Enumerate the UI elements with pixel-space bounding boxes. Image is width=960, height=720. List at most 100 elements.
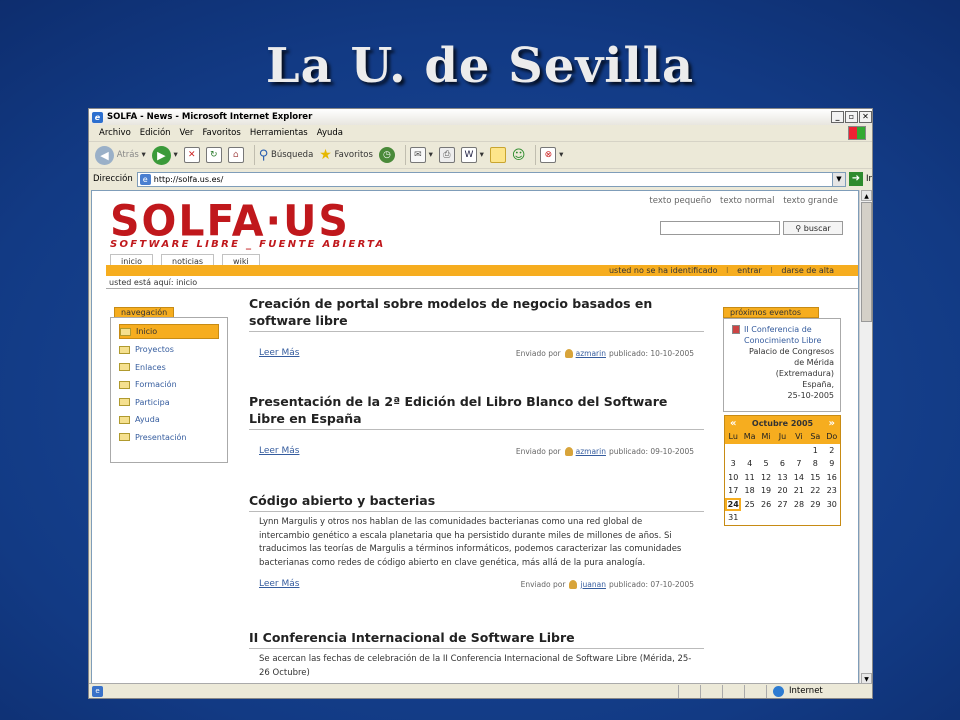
slide-title: La U. de Sevilla <box>265 38 695 94</box>
menu-herramientas[interactable]: Herramientas <box>250 128 308 138</box>
forward-button[interactable]: ▶ ▾ <box>151 145 178 165</box>
news-item: Creación de portal sobre modelos de nego… <box>249 295 704 393</box>
calendar-day[interactable]: 6 <box>774 457 790 471</box>
nav-item-ayuda[interactable]: Ayuda <box>119 411 219 429</box>
calendar-day[interactable]: 22 <box>807 484 823 498</box>
news-title[interactable]: II Conferencia Internacional de Software… <box>249 629 704 646</box>
author-link[interactable]: azmarin <box>576 349 606 358</box>
author-link[interactable]: azmarin <box>576 447 606 456</box>
home-button[interactable]: ⌂ <box>227 147 244 163</box>
calendar-day[interactable]: 26 <box>758 498 774 512</box>
messenger-button[interactable]: ☺ <box>512 148 526 163</box>
calendar-day[interactable]: 15 <box>807 471 823 485</box>
stop-button[interactable]: ✕ <box>183 147 200 163</box>
text-size-normal[interactable]: texto normal <box>720 196 774 206</box>
calendar-day[interactable]: 4 <box>741 457 757 471</box>
calendar-day[interactable]: 9 <box>824 457 840 471</box>
print-button[interactable]: ⎙ <box>438 147 455 163</box>
calendar-day[interactable]: 16 <box>824 471 840 485</box>
calendar-day[interactable]: 8 <box>807 457 823 471</box>
search-submit-button[interactable]: ⚲ buscar <box>783 221 843 235</box>
calendar-empty <box>774 511 790 525</box>
calendar-day[interactable]: 20 <box>774 484 790 498</box>
restore-button[interactable]: ▫ <box>845 111 858 123</box>
close-button[interactable]: ✕ <box>859 111 872 123</box>
login-status: usted no se ha identificado <box>608 266 718 275</box>
research-button[interactable]: ⊗ ▾ <box>540 147 563 163</box>
register-label: darse de alta <box>781 266 834 275</box>
text-size-small[interactable]: texto pequeño <box>649 196 711 206</box>
menu-ayuda[interactable]: Ayuda <box>317 128 343 138</box>
calendar-day[interactable]: 1 <box>807 444 823 458</box>
calendar-day[interactable]: 17 <box>725 484 741 498</box>
search-input[interactable] <box>660 221 780 235</box>
read-more-link[interactable]: Leer Más <box>259 446 299 456</box>
calendar-day[interactable]: 21 <box>791 484 807 498</box>
menu-archivo[interactable]: Archivo <box>99 128 131 138</box>
register-link[interactable]: ⁝ darse de alta <box>770 266 834 275</box>
login-link[interactable]: ⁝ entrar <box>726 266 762 275</box>
back-button[interactable]: ◀ Atrás ▾ <box>95 145 146 165</box>
text-size-large[interactable]: texto grande <box>783 196 838 206</box>
calendar-day[interactable]: 5 <box>758 457 774 471</box>
calendar-day[interactable]: 11 <box>741 471 757 485</box>
menu-edicion[interactable]: Edición <box>140 128 171 138</box>
calendar-day[interactable]: 14 <box>791 471 807 485</box>
calendar-day[interactable]: 31 <box>725 511 741 525</box>
calendar-day[interactable]: 28 <box>791 498 807 512</box>
calendar-day[interactable]: 18 <box>741 484 757 498</box>
menu-favoritos[interactable]: Favoritos <box>202 128 240 138</box>
calendar-day[interactable]: 3 <box>725 457 741 471</box>
calendar-day[interactable]: 10 <box>725 471 741 485</box>
calendar-day[interactable]: 25 <box>741 498 757 512</box>
refresh-button[interactable]: ↻ <box>205 147 222 163</box>
read-more-link[interactable]: Leer Más <box>259 348 299 358</box>
calendar-day[interactable]: 24 <box>725 497 742 511</box>
calendar-day[interactable]: 27 <box>774 498 790 512</box>
nav-item-presentacion[interactable]: Presentación <box>119 429 219 447</box>
nav-item-label: Enlaces <box>135 362 166 372</box>
calendar-day[interactable]: 19 <box>758 484 774 498</box>
search-button[interactable]: ⚲ Búsqueda <box>259 148 314 163</box>
calendar-day[interactable]: 2 <box>824 444 840 458</box>
nav-item-enlaces[interactable]: Enlaces <box>119 359 219 377</box>
address-field[interactable]: e http://solfa.us.es/ ▼ <box>136 171 846 187</box>
nav-item-formacion[interactable]: Formación <box>119 376 219 394</box>
author-link[interactable]: juanan <box>580 580 606 589</box>
scroll-thumb[interactable] <box>861 202 872 322</box>
calendar-week: 12 <box>725 444 840 458</box>
minimize-button[interactable]: _ <box>831 111 844 123</box>
discuss-button[interactable] <box>489 147 506 163</box>
calendar-prev-button[interactable]: « <box>730 418 736 429</box>
calendar-day[interactable]: 23 <box>824 484 840 498</box>
folder-icon <box>119 380 130 389</box>
read-more-link[interactable]: Leer Más <box>259 579 299 589</box>
mail-button[interactable]: ✉ ▾ <box>409 147 433 163</box>
scroll-up-button[interactable]: ▲ <box>861 190 872 201</box>
page-status-icon: e <box>92 685 103 697</box>
calendar-next-button[interactable]: » <box>829 418 835 429</box>
calendar-empty <box>758 511 774 525</box>
address-dropdown-button[interactable]: ▼ <box>831 172 845 186</box>
news-title[interactable]: Presentación de la 2ª Edición del Libro … <box>249 393 704 427</box>
nav-item-inicio[interactable]: Inicio <box>119 324 219 339</box>
calendar-day[interactable]: 29 <box>807 498 823 512</box>
news-title[interactable]: Código abierto y bacterias <box>249 492 704 509</box>
event-link[interactable]: II Conferencia de Conocimiento Libre <box>730 324 834 346</box>
search-button-label: buscar <box>803 223 831 233</box>
go-button[interactable]: ➜ Ir <box>848 172 872 186</box>
edit-button[interactable]: W ▾ <box>460 147 484 163</box>
nav-item-participa[interactable]: Participa <box>119 394 219 412</box>
vertical-scrollbar[interactable]: ▲ ▼ <box>859 190 872 684</box>
forward-arrow-icon: ▶ <box>151 145 171 165</box>
calendar-day[interactable]: 30 <box>824 498 840 512</box>
calendar-day[interactable]: 13 <box>774 471 790 485</box>
nav-item-proyectos[interactable]: Proyectos <box>119 341 219 359</box>
news-title[interactable]: Creación de portal sobre modelos de nego… <box>249 295 704 329</box>
calendar-day[interactable]: 7 <box>791 457 807 471</box>
calendar-empty <box>791 444 807 458</box>
calendar-day[interactable]: 12 <box>758 471 774 485</box>
favorites-button[interactable]: ★ Favoritos <box>319 147 373 163</box>
history-button[interactable]: ◷ <box>378 147 395 163</box>
menu-ver[interactable]: Ver <box>180 128 194 138</box>
